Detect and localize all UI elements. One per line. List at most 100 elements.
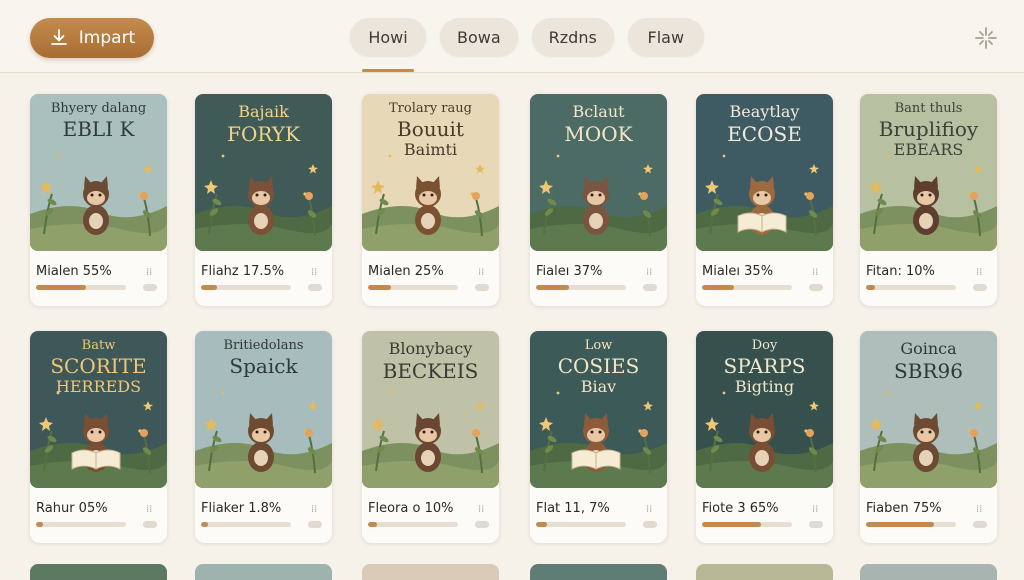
book-cover-partial[interactable]: [195, 564, 332, 580]
book-title-line: Doy: [751, 338, 778, 353]
progress-knob: [475, 284, 489, 291]
book-card[interactable]: Bajaik FORYK Fliahz 17.5% ⁞⁞: [195, 94, 332, 306]
book-title: Bclaut MOOK: [536, 102, 661, 145]
book-card[interactable]: Bclaut MOOK Fialeı 37% ⁞⁞: [530, 94, 667, 306]
progress-label: Fitan: 10%: [866, 264, 935, 279]
book-title-line: Bigting: [734, 376, 795, 396]
book-card[interactable]: Beaytlay ECOSE Mialeı 35% ⁞⁞: [696, 94, 833, 306]
progress-bar: [36, 285, 126, 290]
progress-label: Mialeı 35%: [702, 264, 774, 279]
book-title-line: Bruplifioy: [878, 116, 979, 141]
progress-knob: [308, 521, 322, 528]
book-title: Britiedolans Spaick: [201, 339, 326, 377]
book-title-line: Britiedolans: [223, 338, 304, 353]
more-icon[interactable]: ⁞⁞: [976, 267, 982, 278]
progress-label: Fliaker 1.8%: [201, 501, 282, 516]
progress-bar: [702, 522, 792, 527]
more-icon[interactable]: ⁞⁞: [311, 267, 317, 278]
book-cover[interactable]: Blonybacy BECKEIS: [362, 331, 499, 488]
tab-bar: Howi Bowa Rzdns Flaw: [350, 18, 704, 56]
book-title-line: Bouuit: [397, 116, 464, 141]
progress-bar-fill: [536, 522, 547, 527]
progress-bar: [201, 522, 291, 527]
book-card[interactable]: Britiedolans Spaick Fliaker 1.8% ⁞⁞: [195, 331, 332, 543]
progress-knob: [308, 284, 322, 291]
book-cover-partial[interactable]: [530, 564, 667, 580]
book-card[interactable]: Blonybacy BECKEIS Fleora o 10% ⁞⁞: [362, 331, 499, 543]
more-icon[interactable]: ⁞⁞: [646, 267, 652, 278]
tab-howi[interactable]: Howi: [350, 18, 426, 56]
progress-knob: [143, 284, 157, 291]
book-cover[interactable]: Goinca SBR96: [860, 331, 997, 488]
more-icon[interactable]: ⁞⁞: [646, 504, 652, 515]
progress-label: Rahur 05%: [36, 501, 108, 516]
book-card[interactable]: Bant thuls Bruplifioy EBEARS Fitan: 10% ⁞⁞: [860, 94, 997, 306]
progress-bar-fill: [866, 285, 875, 290]
book-title: Doy SPARPS Bigting: [702, 339, 827, 395]
progress-label: Fialeı 37%: [536, 264, 603, 279]
book-title: Batw SCORITE HERREDS: [36, 339, 161, 395]
book-cover[interactable]: Beaytlay ECOSE: [696, 94, 833, 251]
tab-rzdns[interactable]: Rzdns: [531, 18, 614, 56]
book-cover[interactable]: Bant thuls Bruplifioy EBEARS: [860, 94, 997, 251]
download-icon: [50, 29, 67, 45]
more-icon[interactable]: ⁞⁞: [146, 267, 152, 278]
book-title-line: Goinca: [900, 339, 957, 358]
book-cover[interactable]: Batw SCORITE HERREDS: [30, 331, 167, 488]
progress-bar: [201, 285, 291, 290]
book-card[interactable]: Goinca SBR96 Fiaben 75% ⁞⁞: [860, 331, 997, 543]
book-card[interactable]: Batw SCORITE HERREDS Rahur 05% ⁞⁞: [30, 331, 167, 543]
book-title-line: Trolary raug: [389, 101, 472, 116]
book-cover[interactable]: Bajaik FORYK: [195, 94, 332, 251]
active-tab-indicator: [362, 69, 414, 72]
progress-bar-fill: [702, 285, 734, 290]
tab-flaw[interactable]: Flaw: [627, 18, 704, 56]
more-icon[interactable]: ⁞⁞: [478, 267, 484, 278]
progress-bar-fill: [36, 522, 44, 527]
progress-bar: [536, 285, 626, 290]
more-icon[interactable]: ⁞⁞: [311, 504, 317, 515]
progress-bar-fill: [368, 285, 391, 290]
sync-icon[interactable]: [972, 24, 1000, 52]
import-label: Impart: [78, 28, 136, 48]
book-cover[interactable]: Trolary raug Bouuit Baimti: [362, 94, 499, 251]
book-title-line: Bhyery dalang: [50, 101, 147, 116]
book-cover[interactable]: Britiedolans Spaick: [195, 331, 332, 488]
progress-knob: [809, 521, 823, 528]
book-cover[interactable]: Low COSIES Biav: [530, 331, 667, 488]
more-icon[interactable]: ⁞⁞: [146, 504, 152, 515]
book-cover-partial[interactable]: [860, 564, 997, 580]
book-cover[interactable]: Doy SPARPS Bigting: [696, 331, 833, 488]
book-title-line: Low: [584, 338, 613, 353]
book-cover-partial[interactable]: [30, 564, 167, 580]
book-card[interactable]: Bhyery dalang EBLI K Mialen 55% ⁞⁞: [30, 94, 167, 306]
progress-bar: [866, 285, 956, 290]
more-icon[interactable]: ⁞⁞: [478, 504, 484, 515]
more-icon[interactable]: ⁞⁞: [976, 504, 982, 515]
book-card[interactable]: Low COSIES Biav Flat 11, 7% ⁞⁞: [530, 331, 667, 543]
import-button[interactable]: Impart: [30, 18, 154, 58]
more-icon[interactable]: ⁞⁞: [812, 504, 818, 515]
book-title: Goinca SBR96: [866, 339, 991, 382]
book-cover[interactable]: Bhyery dalang EBLI K: [30, 94, 167, 251]
progress-label: Fliahz 17.5%: [201, 264, 285, 279]
progress-bar-fill: [368, 522, 377, 527]
book-title: Beaytlay ECOSE: [702, 102, 827, 145]
progress-bar: [866, 522, 956, 527]
book-title: Trolary raug Bouuit Baimti: [368, 102, 493, 158]
book-card[interactable]: Trolary raug Bouuit Baimti Mialen 25% ⁞⁞: [362, 94, 499, 306]
more-icon[interactable]: ⁞⁞: [812, 267, 818, 278]
progress-bar-fill: [201, 285, 217, 290]
book-cover-partial[interactable]: [362, 564, 499, 580]
book-title-line: Biav: [580, 376, 617, 396]
book-title: Bajaik FORYK: [201, 102, 326, 145]
progress-bar: [702, 285, 792, 290]
progress-knob: [143, 521, 157, 528]
book-card[interactable]: Doy SPARPS Bigting Fiote 3 65% ⁞⁞: [696, 331, 833, 543]
tab-bowa[interactable]: Bowa: [440, 18, 518, 56]
book-cover[interactable]: Bclaut MOOK: [530, 94, 667, 251]
book-title: Low COSIES Biav: [536, 339, 661, 395]
book-title-line: BECKEIS: [382, 358, 479, 383]
book-title-line: HERREDS: [55, 376, 142, 396]
book-cover-partial[interactable]: [696, 564, 833, 580]
